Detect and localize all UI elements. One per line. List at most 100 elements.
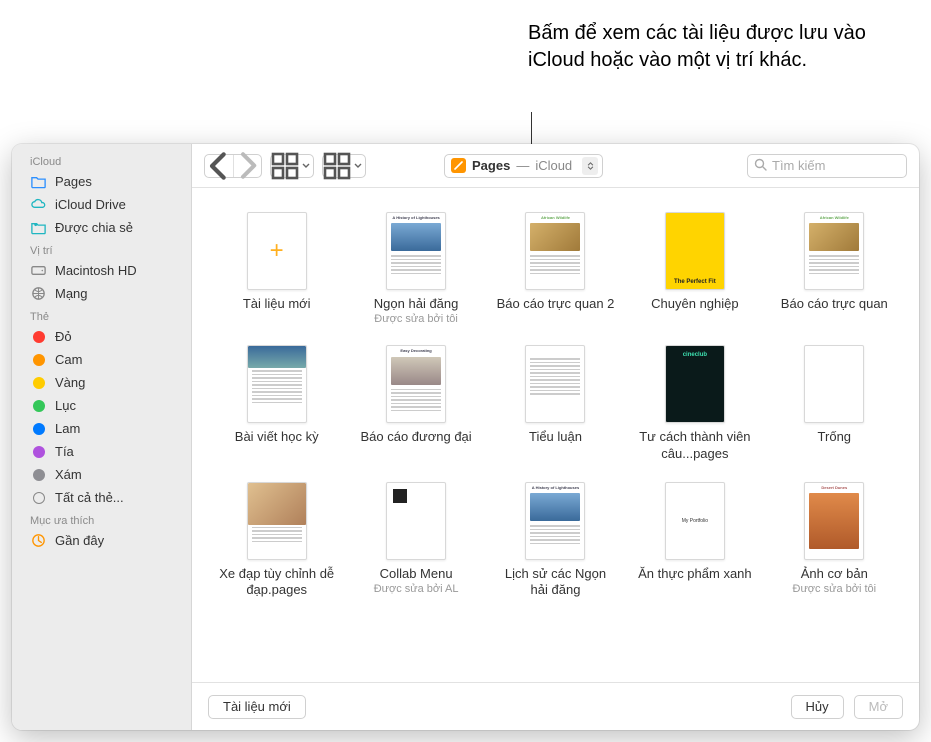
tag-dot-icon bbox=[30, 420, 47, 437]
disk-icon bbox=[30, 262, 47, 279]
document-label: Báo cáo đương đại bbox=[360, 429, 471, 445]
document-tile[interactable]: My PortfolioĂn thực phẩm xanh bbox=[634, 482, 755, 599]
sidebar-item[interactable]: Pages bbox=[12, 170, 191, 193]
stepper-arrows-icon bbox=[582, 157, 598, 175]
location-app: Pages bbox=[472, 158, 510, 173]
document-tile[interactable]: Bài viết học kỳ bbox=[216, 345, 337, 462]
sidebar-item-label: Lam bbox=[55, 421, 80, 436]
sidebar-item[interactable]: Tía bbox=[12, 440, 191, 463]
search-icon bbox=[754, 158, 767, 174]
document-label: Bài viết học kỳ bbox=[235, 429, 319, 445]
sidebar-item-label: Macintosh HD bbox=[55, 263, 137, 278]
pages-app-icon bbox=[451, 158, 466, 173]
document-tile[interactable]: Easy DecoratingBáo cáo đương đại bbox=[355, 345, 476, 462]
sidebar-item[interactable]: Đỏ bbox=[12, 325, 191, 348]
tag-dot-icon bbox=[30, 351, 47, 368]
new-document-button[interactable]: Tài liệu mới bbox=[208, 695, 306, 719]
sidebar-item-label: Tía bbox=[55, 444, 74, 459]
finder-open-panel: iCloudPagesiCloud DriveĐược chia sẻVị tr… bbox=[12, 144, 919, 730]
document-browser[interactable]: +Tài liệu mớiA History of LighthousesNgọ… bbox=[192, 188, 919, 682]
search-input[interactable] bbox=[772, 158, 919, 173]
sidebar-item[interactable]: Được chia sẻ bbox=[12, 216, 191, 239]
tag-dot-icon bbox=[30, 374, 47, 391]
sidebar-item[interactable]: Lục bbox=[12, 394, 191, 417]
tag-dot-icon bbox=[30, 328, 47, 345]
shared-icon bbox=[30, 219, 47, 236]
document-tile[interactable]: A History of LighthousesNgọn hải đăngĐượ… bbox=[355, 212, 476, 325]
sidebar-item-label: Pages bbox=[55, 174, 92, 189]
document-tile[interactable]: cineclubTư cách thành viên câu...pages bbox=[634, 345, 755, 462]
sidebar-item-label: Tất cả thẻ... bbox=[55, 490, 124, 505]
sidebar-item[interactable]: Tất cả thẻ... bbox=[12, 486, 191, 509]
location-separator: — bbox=[516, 158, 529, 173]
document-subtitle: Được sửa bởi AL bbox=[374, 583, 459, 595]
document-subtitle: Được sửa bởi tôi bbox=[793, 583, 877, 595]
document-label: Ăn thực phẩm xanh bbox=[638, 566, 752, 582]
cancel-button[interactable]: Hủy bbox=[791, 695, 844, 719]
sidebar-item[interactable]: Lam bbox=[12, 417, 191, 440]
sidebar-item[interactable]: Macintosh HD bbox=[12, 259, 191, 282]
tag-dot-icon bbox=[30, 397, 47, 414]
tag-dot-icon bbox=[30, 466, 47, 483]
document-subtitle: Được sửa bởi tôi bbox=[374, 313, 458, 325]
sidebar-section-header: iCloud bbox=[12, 150, 191, 170]
clock-icon bbox=[30, 532, 47, 549]
document-tile[interactable]: Tiểu luận bbox=[495, 345, 616, 462]
sidebar-item-label: Xám bbox=[55, 467, 82, 482]
document-label: Lịch sử các Ngọn hải đăng bbox=[495, 566, 616, 599]
sidebar-item-label: Đỏ bbox=[55, 329, 72, 344]
document-label: Báo cáo trực quan bbox=[781, 296, 888, 312]
sidebar-item-label: Vàng bbox=[55, 375, 85, 390]
globe-icon bbox=[30, 285, 47, 302]
chevron-down-icon bbox=[351, 163, 365, 169]
sidebar-item[interactable]: Xám bbox=[12, 463, 191, 486]
document-label: Ảnh cơ bản bbox=[801, 566, 868, 582]
sidebar-item-label: Được chia sẻ bbox=[55, 220, 133, 235]
sidebar-item-label: Mạng bbox=[55, 286, 88, 301]
sidebar-item[interactable]: Cam bbox=[12, 348, 191, 371]
cloud-icon bbox=[30, 196, 47, 213]
document-label: Tư cách thành viên câu...pages bbox=[634, 429, 755, 462]
sidebar-section-header: Mục ưa thích bbox=[12, 509, 191, 529]
sidebar-item[interactable]: Mạng bbox=[12, 282, 191, 305]
footer-bar: Tài liệu mới Hủy Mở bbox=[192, 682, 919, 730]
forward-button[interactable] bbox=[233, 155, 261, 177]
document-tile[interactable]: Xe đạp tùy chỉnh dễ đạp.pages bbox=[216, 482, 337, 599]
back-button[interactable] bbox=[205, 155, 233, 177]
location-folder: iCloud bbox=[535, 158, 572, 173]
tag-dot-icon bbox=[30, 443, 47, 460]
sidebar-item-label: Lục bbox=[55, 398, 76, 413]
new-document-tile[interactable]: +Tài liệu mới bbox=[216, 212, 337, 325]
document-tile[interactable]: Desert DunesẢnh cơ bảnĐược sửa bởi tôi bbox=[774, 482, 895, 599]
nav-buttons bbox=[204, 154, 262, 178]
sidebar-section-header: Thẻ bbox=[12, 305, 191, 325]
document-label: Tiểu luận bbox=[529, 429, 582, 445]
sidebar-item[interactable]: iCloud Drive bbox=[12, 193, 191, 216]
document-tile[interactable]: The Perfect FitChuyên nghiệp bbox=[634, 212, 755, 325]
document-label: Ngọn hải đăng bbox=[374, 296, 459, 312]
document-label: Tài liệu mới bbox=[243, 296, 311, 312]
toolbar: Pages — iCloud bbox=[192, 144, 919, 188]
document-label: Xe đạp tùy chỉnh dễ đạp.pages bbox=[216, 566, 337, 599]
document-tile[interactable]: African WildlifeBáo cáo trực quan bbox=[774, 212, 895, 325]
search-field[interactable] bbox=[747, 154, 907, 178]
open-button[interactable]: Mở bbox=[854, 695, 903, 719]
sidebar-item[interactable]: Vàng bbox=[12, 371, 191, 394]
sidebar-item-label: Gần đây bbox=[55, 533, 104, 548]
document-tile[interactable]: A History of LighthousesLịch sử các Ngọn… bbox=[495, 482, 616, 599]
document-tile[interactable]: Collab MenuĐược sửa bởi AL bbox=[355, 482, 476, 599]
document-tile[interactable]: African WildlifeBáo cáo trực quan 2 bbox=[495, 212, 616, 325]
sidebar-item-label: Cam bbox=[55, 352, 82, 367]
group-mode-button[interactable] bbox=[322, 154, 366, 178]
sidebar-item-label: iCloud Drive bbox=[55, 197, 126, 212]
view-mode-button[interactable] bbox=[270, 154, 314, 178]
document-label: Trống bbox=[818, 429, 851, 445]
sidebar-item[interactable]: Gần đây bbox=[12, 529, 191, 552]
callout-text: Bấm để xem các tài liệu được lưu vào iCl… bbox=[528, 20, 908, 74]
document-label: Collab Menu bbox=[380, 566, 453, 582]
folder-icon bbox=[30, 173, 47, 190]
document-tile[interactable]: Trống bbox=[774, 345, 895, 462]
main-area: Pages — iCloud +Tài liệu mớiA History of… bbox=[192, 144, 919, 730]
chevron-down-icon bbox=[299, 163, 313, 169]
location-popup[interactable]: Pages — iCloud bbox=[444, 154, 603, 178]
